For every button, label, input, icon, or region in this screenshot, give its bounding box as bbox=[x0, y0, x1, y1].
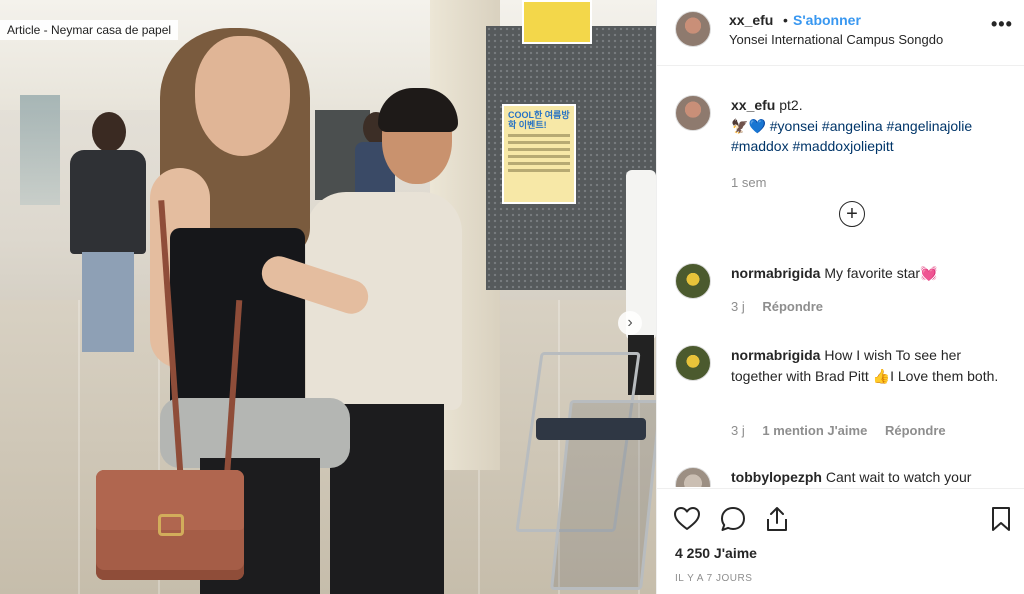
post-header: xx_efu • S'abonner Yonsei International … bbox=[657, 0, 1024, 66]
chair-seat bbox=[536, 418, 646, 440]
reply-button[interactable]: Répondre bbox=[885, 423, 946, 438]
share-icon[interactable] bbox=[763, 505, 791, 533]
thumbs-up-emoji: 👍 bbox=[872, 367, 891, 384]
handbag bbox=[96, 470, 244, 580]
hashtag-angelinajolie[interactable]: #angelinajolie bbox=[887, 118, 973, 134]
post-photo[interactable]: COOL한 여름방학 이벤트! Article - Neymar casa de… bbox=[0, 0, 656, 594]
commenter-avatar[interactable] bbox=[675, 467, 711, 487]
article-label: Article - Neymar casa de papel bbox=[0, 20, 179, 40]
hashtag-yonsei[interactable]: #yonsei bbox=[770, 118, 818, 134]
comment-icon[interactable] bbox=[719, 505, 747, 533]
comment-text-part2: I Love them both. bbox=[890, 367, 999, 384]
comments-list[interactable]: xx_efu pt2. 🦅💙 #yonsei #angelina #angeli… bbox=[657, 67, 1024, 487]
bookmark-icon[interactable] bbox=[987, 505, 1015, 533]
photo-poster: COOL한 여름방학 이벤트! bbox=[502, 104, 576, 204]
comment-time[interactable]: 3 j bbox=[731, 423, 745, 438]
heart-icon[interactable] bbox=[673, 505, 701, 533]
hashtag-angelina[interactable]: #angelina bbox=[822, 118, 883, 134]
load-more-comments-icon[interactable]: + bbox=[839, 201, 865, 227]
author-avatar[interactable] bbox=[675, 11, 711, 47]
chevron-right-icon: › bbox=[627, 314, 633, 331]
caption-text: pt2. bbox=[779, 97, 803, 113]
bird-emoji: 🦅 bbox=[731, 117, 749, 134]
blue-heart-emoji: 💙 bbox=[748, 117, 766, 134]
caption-time[interactable]: 1 sem bbox=[731, 175, 766, 190]
comment-username[interactable]: normabrigida bbox=[731, 265, 820, 281]
reply-button[interactable]: Répondre bbox=[762, 299, 823, 314]
more-options-icon[interactable]: ••• bbox=[991, 14, 1013, 35]
hashtag-maddox[interactable]: #maddox bbox=[731, 138, 789, 154]
post-side-panel: xx_efu • S'abonner Yonsei International … bbox=[656, 0, 1024, 594]
comment-text: Cant wait to watch your bbox=[825, 469, 972, 485]
follow-button[interactable]: S'abonner bbox=[793, 12, 861, 28]
commenter-avatar[interactable] bbox=[675, 263, 711, 299]
poster-title: COOL한 여름방학 이벤트! bbox=[508, 110, 570, 130]
bag-clasp bbox=[158, 514, 184, 536]
author-username[interactable]: xx_efu bbox=[729, 12, 773, 28]
heart-emoji: 💓 bbox=[920, 265, 938, 281]
comment-username[interactable]: tobbylopezph bbox=[731, 469, 822, 485]
header-separator: • bbox=[783, 12, 788, 28]
comment-text: My favorite star bbox=[824, 265, 921, 281]
caption-avatar[interactable] bbox=[675, 95, 711, 131]
post-timestamp[interactable]: IL Y A 7 JOURS bbox=[675, 573, 752, 584]
next-photo-button[interactable]: › bbox=[618, 311, 642, 335]
hashtag-maddoxjoliepitt[interactable]: #maddoxjoliepitt bbox=[792, 138, 893, 154]
comment-likes[interactable]: 1 mention J'aime bbox=[762, 423, 867, 438]
photo-window bbox=[20, 95, 60, 205]
comment-time[interactable]: 3 j bbox=[731, 299, 745, 314]
commenter-avatar[interactable] bbox=[675, 345, 711, 381]
like-count[interactable]: 4 250 J'aime bbox=[675, 545, 757, 561]
caption-username[interactable]: xx_efu bbox=[731, 97, 775, 113]
post-location[interactable]: Yonsei International Campus Songdo bbox=[729, 32, 943, 47]
photo-top-poster bbox=[522, 0, 592, 44]
comment-username[interactable]: normabrigida bbox=[731, 347, 820, 363]
post-actions: 4 250 J'aime IL Y A 7 JOURS bbox=[657, 488, 1024, 594]
